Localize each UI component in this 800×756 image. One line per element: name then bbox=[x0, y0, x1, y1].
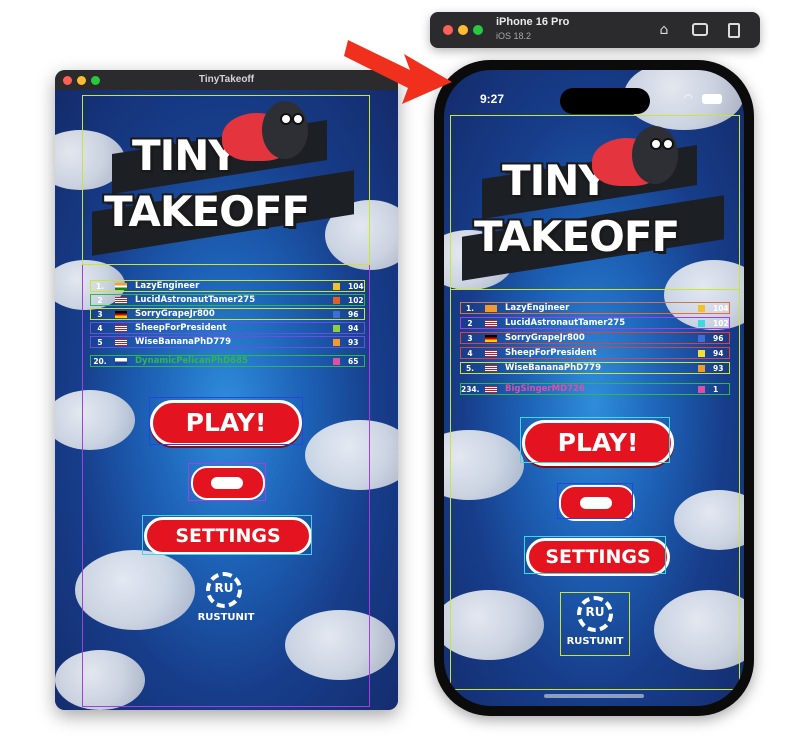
wifi-icon: ◠ bbox=[684, 93, 693, 104]
leaderboard-row: 4 SheepForPresident 94 bbox=[90, 322, 365, 334]
simulator-toolbar[interactable]: iPhone 16 Pro iOS 18.2 ⌂ bbox=[430, 12, 760, 48]
flag-icon bbox=[115, 296, 127, 304]
plane-icon bbox=[333, 296, 340, 304]
pointer-arrow-icon bbox=[344, 40, 452, 104]
play-button-outline bbox=[149, 397, 303, 445]
game-logo: TINY TAKEOFF bbox=[82, 95, 372, 265]
leaderboard-row: 3 SorryGrapeJr800 96 bbox=[460, 332, 730, 344]
settings-button-outline bbox=[142, 515, 312, 555]
leaderboard-row: 5 WiseBananaPhD779 93 bbox=[90, 336, 365, 348]
game-canvas: TINY TAKEOFF 1. LazyEngineer 104 2 Lucid… bbox=[55, 90, 398, 710]
iphone-frame: 9:27 ◠ TINY TAKEOFF 1. LazyEngineer 104 bbox=[434, 60, 754, 716]
device-name: iPhone 16 Pro bbox=[496, 16, 570, 28]
play-button-outline bbox=[520, 417, 670, 463]
rustunit-outline bbox=[560, 592, 630, 656]
plane-icon bbox=[333, 324, 340, 332]
bird-eye bbox=[280, 113, 292, 125]
dynamic-island bbox=[560, 88, 650, 114]
home-icon[interactable]: ⌂ bbox=[656, 22, 672, 38]
mac-app-window: TinyTakeoff TINY TAKEOFF 1. LazyEngineer… bbox=[55, 70, 398, 710]
flag-icon bbox=[115, 282, 127, 290]
ios-leaderboard: 1. LazyEngineer 104 2 LucidAstronautTame… bbox=[460, 302, 730, 395]
flag-icon bbox=[115, 357, 127, 365]
flag-icon bbox=[115, 324, 127, 332]
battery-icon bbox=[702, 94, 722, 104]
leaderboard-row: 3 SorryGrapeJr800 96 bbox=[90, 308, 365, 320]
leaderboard-row: 5. WiseBananaPhD779 93 bbox=[460, 362, 730, 374]
leaderboard-row: 4 SheepForPresident 94 bbox=[460, 347, 730, 359]
logo-text-takeoff: TAKEOFF bbox=[104, 187, 310, 236]
leaderboard-row: 1. LazyEngineer 104 bbox=[460, 302, 730, 314]
leaderboard-row: 2 LucidAstronautTamer275 102 bbox=[460, 317, 730, 329]
iphone-screen: 9:27 ◠ TINY TAKEOFF 1. LazyEngineer 104 bbox=[444, 70, 744, 706]
flag-icon bbox=[485, 349, 497, 357]
rotate-icon[interactable] bbox=[728, 23, 740, 38]
os-version: iOS 18.2 bbox=[496, 31, 532, 41]
plane-icon bbox=[698, 319, 705, 327]
flag-icon bbox=[115, 338, 127, 346]
status-time: 9:27 bbox=[480, 92, 505, 106]
zoom-icon[interactable] bbox=[473, 25, 483, 35]
plane-icon bbox=[333, 282, 340, 290]
rustunit-logo[interactable]: RU RUSTUNIT bbox=[192, 570, 262, 634]
leaderboard-row: 2 LucidAstronautTamer275 102 bbox=[90, 294, 365, 306]
flag-icon bbox=[485, 334, 497, 342]
flag-icon bbox=[485, 304, 497, 312]
plane-icon bbox=[333, 310, 340, 318]
mac-leaderboard: 1. LazyEngineer 104 2 LucidAstronautTame… bbox=[90, 280, 365, 367]
plane-icon bbox=[698, 304, 705, 312]
flag-icon bbox=[485, 385, 497, 393]
flag-icon bbox=[115, 310, 127, 318]
flag-icon bbox=[485, 364, 497, 372]
leaderboard-row: 1. LazyEngineer 104 bbox=[90, 280, 365, 292]
settings-button-outline bbox=[524, 536, 666, 574]
leaderboard-row-current-player: 234. BigSingerMD726 1 bbox=[460, 383, 730, 395]
flag-icon bbox=[485, 319, 497, 327]
plane-icon bbox=[333, 338, 340, 346]
screenshot-icon[interactable] bbox=[692, 23, 708, 36]
plane-icon bbox=[333, 357, 340, 365]
plane-icon bbox=[698, 364, 705, 372]
logo-outline bbox=[450, 115, 740, 290]
leaderboard-row-current-player: 20. DynamicPelicanPhD685 65 bbox=[90, 355, 365, 367]
plane-icon bbox=[698, 385, 705, 393]
bird-eye bbox=[292, 113, 304, 125]
home-indicator[interactable] bbox=[544, 694, 644, 698]
plane-icon bbox=[698, 349, 705, 357]
vehicle-button-outline bbox=[188, 463, 266, 501]
penguin-bird-icon bbox=[262, 101, 308, 159]
vehicle-button-outline bbox=[557, 483, 633, 519]
plane-icon bbox=[698, 334, 705, 342]
